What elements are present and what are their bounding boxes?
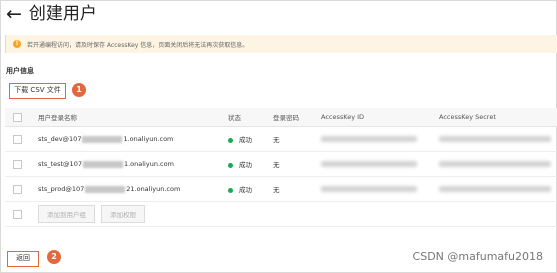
column-header-password: 登录密码 bbox=[273, 108, 321, 127]
redacted-accesskey-secret bbox=[439, 186, 551, 192]
login-name-prefix: sts_dev@107 bbox=[38, 135, 82, 143]
redacted-segment bbox=[85, 185, 126, 193]
status-cell: 成功 bbox=[228, 176, 273, 202]
warning-icon: ! bbox=[13, 40, 21, 48]
accesskey-secret-cell bbox=[439, 126, 557, 152]
status-text: 成功 bbox=[239, 136, 252, 144]
success-dot-icon bbox=[228, 187, 233, 193]
status-cell: 成功 bbox=[228, 151, 273, 177]
table-footer-row: 添加到用户组 添加权限 bbox=[5, 201, 557, 227]
info-alert: ! 若开通编程访问，请及时保存 AccessKey 信息，页面关闭后将无法再次获… bbox=[5, 35, 557, 53]
download-csv-button[interactable]: 下载 CSV 文件 bbox=[9, 83, 66, 99]
login-name-cell: sts_test@107 1.onaliyun.com bbox=[38, 151, 228, 177]
accesskey-id-cell bbox=[321, 151, 439, 177]
login-name-cell: sts_dev@107 1.onaliyun.com bbox=[38, 126, 228, 152]
login-name-prefix: sts_prod@107 bbox=[38, 185, 85, 193]
page-header: ← 创建用户 bbox=[6, 3, 97, 25]
login-name-suffix: 1.onaliyun.com bbox=[123, 160, 174, 168]
users-table: 用户登录名称 状态 登录密码 AccessKey ID AccessKey Se… bbox=[5, 108, 557, 227]
accesskey-id-cell bbox=[321, 126, 439, 152]
column-header-accesskey-secret: AccessKey Secret bbox=[439, 108, 557, 127]
add-permission-button[interactable]: 添加权限 bbox=[101, 205, 146, 223]
step-marker-2: 2 bbox=[47, 250, 61, 264]
table-row: sts_dev@107 1.onaliyun.com 成功 无 bbox=[5, 126, 557, 152]
table-row: sts_test@107 1.onaliyun.com 成功 无 bbox=[5, 151, 557, 177]
login-name-prefix: sts_test@107 bbox=[38, 160, 82, 168]
row-checkbox[interactable] bbox=[13, 184, 22, 194]
redacted-accesskey-id bbox=[321, 161, 417, 167]
alert-text: 若开通编程访问，请及时保存 AccessKey 信息，页面关闭后将无法再次获取信… bbox=[27, 41, 249, 49]
row-checkbox[interactable] bbox=[13, 134, 22, 144]
login-name-suffix: 21.onaliyun.com bbox=[126, 185, 181, 193]
step-marker-1: 1 bbox=[72, 83, 86, 97]
accesskey-id-cell bbox=[321, 176, 439, 202]
table-header-row: 用户登录名称 状态 登录密码 AccessKey ID AccessKey Se… bbox=[5, 108, 557, 127]
add-to-group-button[interactable]: 添加到用户组 bbox=[38, 205, 95, 223]
status-text: 成功 bbox=[239, 161, 252, 169]
back-arrow-icon[interactable]: ← bbox=[6, 3, 22, 25]
section-label-user-info: 用户信息 bbox=[6, 67, 34, 75]
password-cell: 无 bbox=[273, 126, 321, 152]
password-cell: 无 bbox=[273, 151, 321, 177]
redacted-accesskey-secret bbox=[439, 161, 551, 167]
accesskey-secret-cell bbox=[439, 176, 557, 202]
watermark: CSDN @mafumafu2018 bbox=[412, 250, 543, 263]
status-text: 成功 bbox=[239, 186, 252, 194]
column-header-accesskey-id: AccessKey ID bbox=[321, 108, 439, 127]
row-checkbox[interactable] bbox=[13, 159, 22, 169]
success-dot-icon bbox=[228, 137, 233, 143]
column-header-status: 状态 bbox=[228, 108, 273, 127]
back-button[interactable]: 返回 bbox=[7, 251, 39, 267]
accesskey-secret-cell bbox=[439, 151, 557, 177]
table-row: sts_prod@107 21.onaliyun.com 成功 无 bbox=[5, 176, 557, 202]
password-cell: 无 bbox=[273, 176, 321, 202]
redacted-accesskey-secret bbox=[439, 136, 551, 142]
redacted-segment bbox=[82, 160, 123, 168]
login-name-suffix: 1.onaliyun.com bbox=[123, 135, 174, 143]
redacted-accesskey-id bbox=[321, 186, 417, 192]
redacted-segment bbox=[82, 135, 123, 143]
status-cell: 成功 bbox=[228, 126, 273, 152]
redacted-accesskey-id bbox=[321, 136, 417, 142]
success-dot-icon bbox=[228, 162, 233, 168]
page-title: 创建用户 bbox=[28, 4, 97, 24]
footer-checkbox[interactable] bbox=[13, 209, 22, 219]
login-name-cell: sts_prod@107 21.onaliyun.com bbox=[38, 176, 228, 202]
column-header-login-name: 用户登录名称 bbox=[38, 108, 228, 127]
select-all-checkbox[interactable] bbox=[13, 112, 22, 122]
